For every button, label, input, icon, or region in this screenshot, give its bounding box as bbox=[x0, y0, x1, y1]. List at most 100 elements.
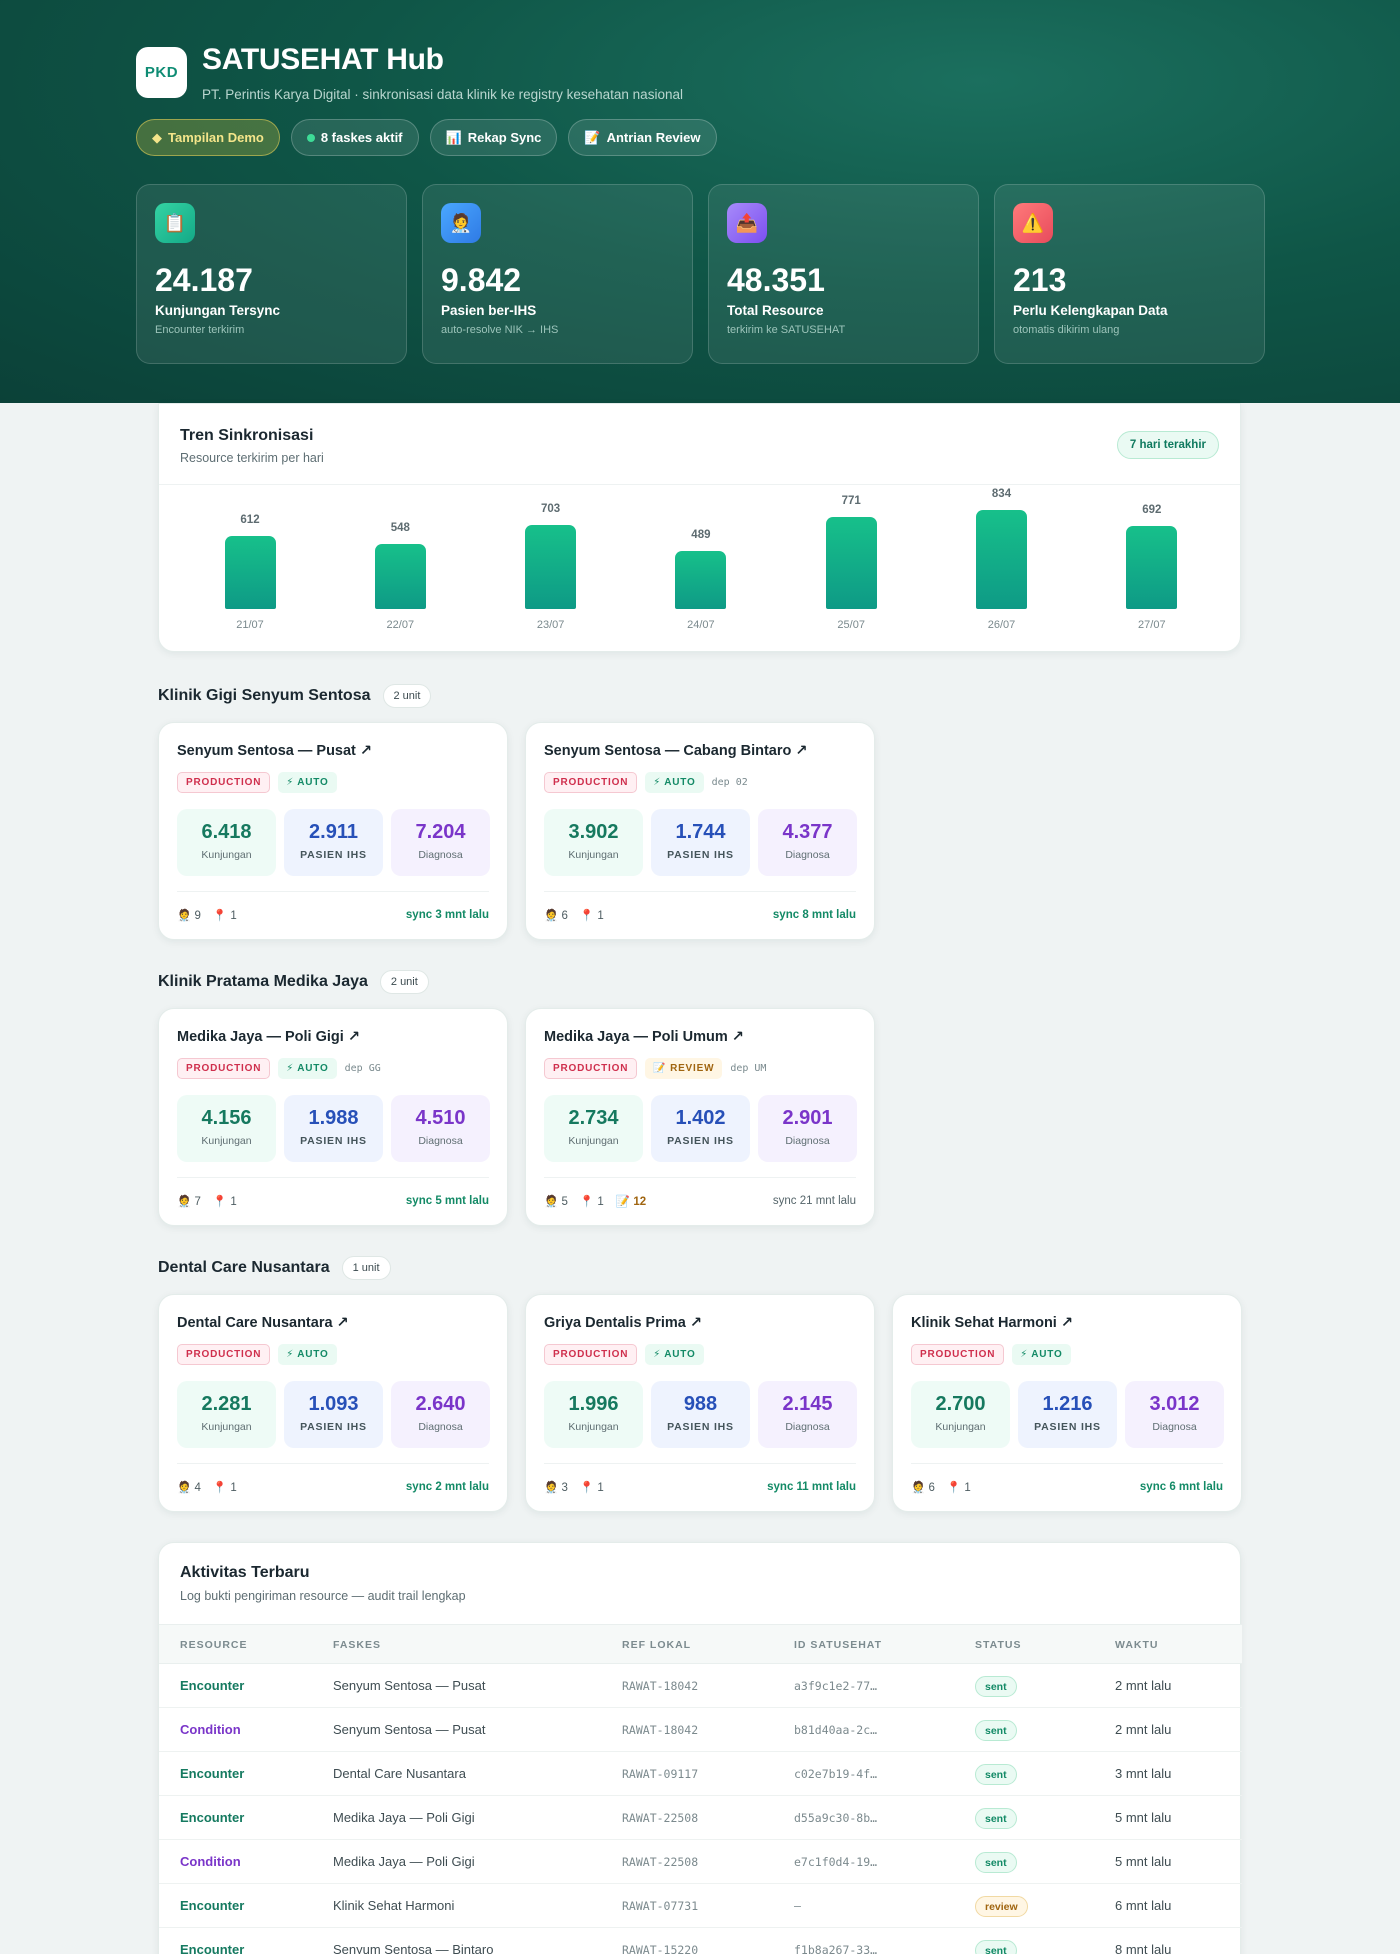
facility-card[interactable]: Klinik Sehat Harmoni ↗ PRODUCTION ⚡ AUTO 2.… bbox=[892, 1294, 1242, 1512]
active-dot-icon bbox=[306, 133, 315, 142]
practitioner-count: 🧑‍⚕️ 7 bbox=[177, 1196, 201, 1208]
stat-card-encounters: 📋 24.187 Kunjungan Tersync Encounter ter… bbox=[136, 184, 407, 364]
facility-card[interactable]: Medika Jaya — Poli Gigi ↗ PRODUCTION ⚡ AUT… bbox=[158, 1008, 508, 1226]
column-header: RESOURCE bbox=[180, 1639, 248, 1651]
hero-header: PKD SATUSEHAT Hub PT. Perintis Karya Dig… bbox=[0, 0, 1400, 403]
facility-name: Senyum Sentosa — Bintaro bbox=[333, 1942, 494, 1954]
practitioner-count: 🧑‍⚕️ 4 bbox=[177, 1482, 201, 1494]
environment-badge: PRODUCTION bbox=[544, 1344, 638, 1365]
table-row[interactable]: Encounter Senyum Sentosa — Pusat RAWAT-180… bbox=[159, 1664, 1242, 1708]
facility-name: Dental Care Nusantara bbox=[333, 1766, 466, 1781]
table-row[interactable]: Encounter Senyum Sentosa — Bintaro RAWAT-1… bbox=[159, 1928, 1242, 1954]
card-divider bbox=[911, 1463, 1223, 1464]
chip-label: Antrian Review bbox=[606, 130, 701, 145]
facility-tags: PRODUCTION ⚡ AUTO bbox=[544, 1344, 704, 1365]
table-row[interactable]: Condition Senyum Sentosa — Pusat RAWAT-180… bbox=[159, 1708, 1242, 1752]
resource-type[interactable]: Encounter bbox=[180, 1898, 244, 1913]
x-tick-label: 25/07 bbox=[837, 619, 865, 631]
column-header: WAKTU bbox=[1115, 1639, 1159, 1651]
facility-card[interactable]: Senyum Sentosa — Cabang Bintaro ↗ PRODUCT… bbox=[525, 722, 875, 940]
last-sync-time: sync 5 mnt lalu bbox=[405, 1195, 489, 1207]
facility-name-link[interactable]: Senyum Sentosa — Cabang Bintaro ↗ bbox=[544, 743, 808, 759]
encounters-metric: 2.700 Kunjungan bbox=[911, 1381, 1010, 1448]
bar-chart: 612 21/07 548 22/07 703 23/07 489 24/07 771 25/07… bbox=[159, 404, 1242, 653]
resource-type[interactable]: Encounter bbox=[180, 1942, 244, 1954]
brand: PKD SATUSEHAT Hub PT. Perintis Karya Dig… bbox=[136, 43, 683, 102]
facility-card[interactable]: Griya Dentalis Prima ↗ PRODUCTION ⚡ AUTO 1.… bbox=[525, 1294, 875, 1512]
facility-card[interactable]: Medika Jaya — Poli Umum ↗ PRODUCTION 📝 REV… bbox=[525, 1008, 875, 1226]
satusehat-id: e7c1f0d4-19… bbox=[794, 1855, 878, 1869]
ihs-patients-metric: 1.988 PASIEN IHS bbox=[284, 1095, 383, 1162]
sync-mode-badge: 📝 REVIEW bbox=[645, 1058, 723, 1079]
sync-mode-badge: ⚡ AUTO bbox=[278, 1344, 337, 1365]
resource-type[interactable]: Condition bbox=[180, 1722, 241, 1737]
metric-value: 1.216 bbox=[1042, 1393, 1093, 1415]
facility-name-link[interactable]: Medika Jaya — Poli Umum ↗ bbox=[544, 1029, 744, 1045]
encounters-metric: 4.156 Kunjungan bbox=[177, 1095, 276, 1162]
x-tick-label: 22/07 bbox=[386, 619, 415, 631]
metric-value: 1.402 bbox=[675, 1107, 726, 1129]
diagnoses-metric: 3.012 Diagnosa bbox=[1125, 1381, 1224, 1448]
stat-label: Total Resource bbox=[727, 303, 824, 318]
sync-recap-chip[interactable]: 📊 Rekap Sync bbox=[429, 119, 558, 156]
local-ref: RAWAT-18042 bbox=[622, 1679, 699, 1693]
facility-footer: 🧑‍⚕️ 4 📍 1 sync 2 mnt lalu bbox=[177, 1480, 489, 1494]
app-subtitle: PT. Perintis Karya Digital · sinkronisas… bbox=[202, 87, 683, 102]
status-badge: review bbox=[975, 1896, 1028, 1917]
metric-value: 2.281 bbox=[201, 1393, 252, 1415]
facility-card[interactable]: Senyum Sentosa — Pusat ↗ PRODUCTION ⚡ AUTO… bbox=[158, 722, 508, 940]
table-row[interactable]: Condition Medika Jaya — Poli Gigi RAWAT-22… bbox=[159, 1840, 1242, 1884]
stats-row: 📋 24.187 Kunjungan Tersync Encounter ter… bbox=[136, 184, 1265, 364]
resource-type[interactable]: Condition bbox=[180, 1854, 241, 1869]
facility-name-link[interactable]: Dental Care Nusantara ↗ bbox=[177, 1315, 349, 1331]
facility-card[interactable]: Dental Care Nusantara ↗ PRODUCTION ⚡ AUTO 2… bbox=[158, 1294, 508, 1512]
facility-footer: 🧑‍⚕️ 9 📍 1 sync 3 mnt lalu bbox=[177, 908, 489, 922]
metric-label: Diagnosa bbox=[418, 1421, 463, 1433]
facility-metrics: 6.418 Kunjungan 2.911 PASIEN IHS 7.204 Diagno… bbox=[177, 809, 490, 876]
department-code: dep GG bbox=[344, 1063, 381, 1074]
chart-bar bbox=[525, 525, 577, 609]
diagnoses-metric: 2.640 Diagnosa bbox=[391, 1381, 490, 1448]
metric-label: PASIEN IHS bbox=[667, 849, 734, 861]
table-row[interactable]: Encounter Dental Care Nusantara RAWAT-0911… bbox=[159, 1752, 1242, 1796]
ihs-patients-metric: 1.216 PASIEN IHS bbox=[1018, 1381, 1117, 1448]
column-header: REF LOKAL bbox=[622, 1639, 692, 1651]
resource-type[interactable]: Encounter bbox=[180, 1810, 244, 1825]
facility-metrics: 4.156 Kunjungan 1.988 PASIEN IHS 4.510 Diagno… bbox=[177, 1095, 490, 1162]
timestamp: 5 mnt lalu bbox=[1115, 1854, 1172, 1869]
review-queue-chip[interactable]: 📝 Antrian Review bbox=[568, 119, 717, 156]
metric-label: Diagnosa bbox=[1152, 1421, 1197, 1433]
stat-subtext: auto-resolve NIK → IHS bbox=[441, 324, 559, 336]
encounters-metric: 2.734 Kunjungan bbox=[544, 1095, 643, 1162]
resource-type[interactable]: Encounter bbox=[180, 1678, 244, 1693]
group-title: Klinik Gigi Senyum Sentosa bbox=[158, 687, 371, 704]
facility-name-link[interactable]: Senyum Sentosa — Pusat ↗ bbox=[177, 743, 372, 759]
warning-icon: ⚠️ bbox=[1013, 203, 1053, 243]
encounters-metric: 2.281 Kunjungan bbox=[177, 1381, 276, 1448]
metric-value: 2.734 bbox=[568, 1107, 619, 1129]
active-facilities-chip[interactable]: 8 faskes aktif bbox=[290, 119, 419, 156]
facility-name-link[interactable]: Griya Dentalis Prima ↗ bbox=[544, 1315, 702, 1331]
encounters-metric: 1.996 Kunjungan bbox=[544, 1381, 643, 1448]
sync-mode-badge: ⚡ AUTO bbox=[1012, 1344, 1071, 1365]
table-row[interactable]: Encounter Klinik Sehat Harmoni RAWAT-07731… bbox=[159, 1884, 1242, 1928]
facility-footer: 🧑‍⚕️ 5 📍 1 📝 12 sync 21 mnt lalu bbox=[544, 1194, 856, 1208]
environment-badge: PRODUCTION bbox=[177, 1058, 271, 1079]
facility-name-link[interactable]: Medika Jaya — Poli Gigi ↗ bbox=[177, 1029, 360, 1045]
metric-label: PASIEN IHS bbox=[300, 1135, 367, 1147]
bar-value-label: 834 bbox=[991, 487, 1012, 500]
facility-name-link[interactable]: Klinik Sehat Harmoni ↗ bbox=[911, 1315, 1073, 1331]
satusehat-id: — bbox=[794, 1899, 801, 1913]
stat-value: 24.187 bbox=[155, 262, 253, 298]
table-header: RESOURCE FASKES REF LOKAL ID SATUSEHAT STATU… bbox=[159, 1624, 1242, 1664]
resource-type[interactable]: Encounter bbox=[180, 1766, 244, 1781]
column-header: FASKES bbox=[333, 1639, 382, 1651]
location-count: 📍 1 bbox=[212, 910, 237, 922]
stat-label: Kunjungan Tersync bbox=[155, 303, 281, 318]
activity-subtitle: Log bukti pengiriman resource — audit tr… bbox=[180, 1589, 466, 1603]
demo-mode-chip[interactable]: ◆ Tampilan Demo bbox=[136, 119, 280, 156]
table-row[interactable]: Encounter Medika Jaya — Poli Gigi RAWAT-22… bbox=[159, 1796, 1242, 1840]
stat-subtext: terkirim ke SATUSEHAT bbox=[727, 324, 846, 336]
practitioner-count: 🧑‍⚕️ 6 bbox=[544, 910, 568, 922]
card-divider bbox=[544, 1177, 856, 1178]
